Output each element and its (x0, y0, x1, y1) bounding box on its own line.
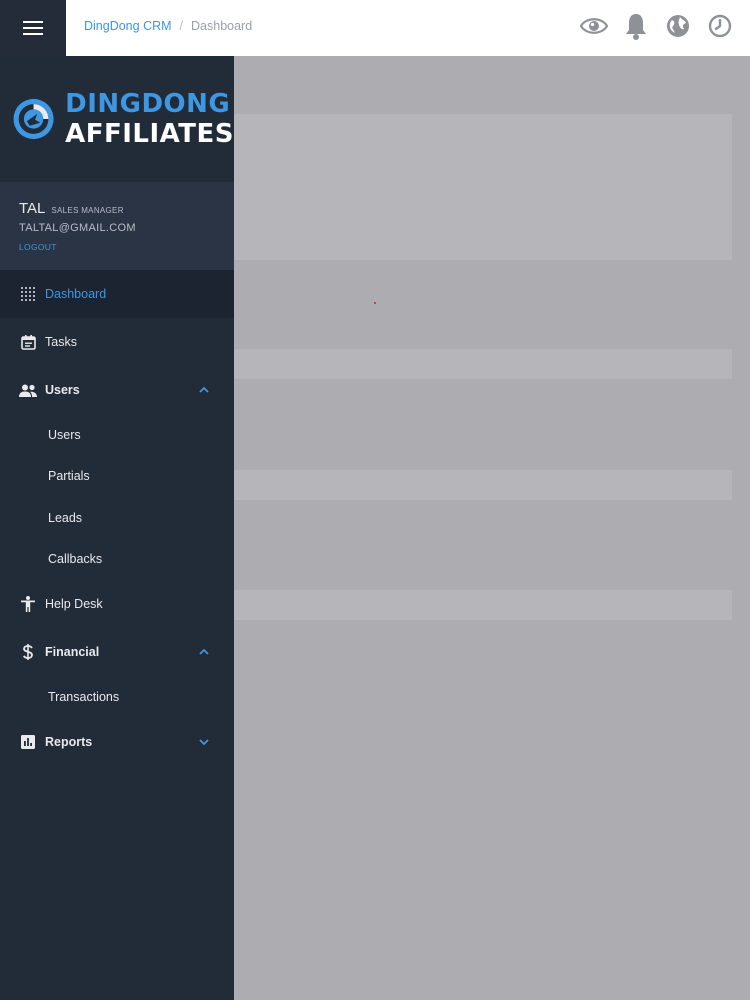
sidebar-item-reports[interactable]: Reports (0, 718, 234, 766)
sidebar-subitem-callbacks[interactable]: Callbacks (0, 539, 234, 581)
bar-chart-icon (19, 733, 37, 751)
breadcrumb-separator: / (179, 19, 184, 33)
user-email: TALTAL@GMAIL.COM (19, 222, 136, 234)
sidebar-item-dashboard[interactable]: Dashboard (0, 270, 234, 318)
calendar-icon (19, 333, 37, 351)
dollar-icon (19, 643, 37, 661)
chevron-down-icon[interactable] (198, 736, 210, 748)
sidebar-subitem-label: Leads (48, 510, 83, 525)
dashboard-grid-icon (19, 285, 37, 303)
people-icon (19, 381, 37, 399)
globe-icon[interactable] (664, 12, 692, 40)
sidebar-subitem-label: Transactions (48, 689, 120, 704)
chevron-up-icon[interactable] (198, 384, 210, 396)
sidebar-subitem-label: Callbacks (48, 552, 103, 567)
sidebar: DINGDONG AFFILIATES TAL SALES MANAGER TA… (0, 56, 234, 1000)
sidebar-item-help-desk[interactable]: Help Desk (0, 580, 234, 628)
breadcrumb-app-link[interactable]: DingDong CRM (84, 19, 172, 33)
sidebar-subitem-users[interactable]: Users (0, 414, 234, 456)
sidebar-item-tasks[interactable]: Tasks (0, 318, 234, 366)
sidebar-item-label: Help Desk (45, 597, 103, 611)
sidebar-subitem-label: Users (48, 427, 81, 442)
indicator-dot (374, 302, 376, 304)
content-row (234, 590, 732, 620)
logo-line-2: AFFILIATES (65, 119, 234, 149)
chevron-up-icon[interactable] (198, 646, 210, 658)
bell-icon[interactable] (622, 12, 650, 40)
hamburger-menu-button[interactable] (0, 0, 66, 56)
sidebar-item-label: Users (45, 383, 80, 397)
sidebar-item-label: Reports (45, 734, 93, 749)
user-name: TAL (19, 200, 46, 217)
user-profile: TAL SALES MANAGER TALTAL@GMAIL.COM LOGOU… (0, 182, 234, 270)
header-icons (580, 12, 734, 40)
sidebar-item-users[interactable]: Users (0, 366, 234, 414)
sidebar-item-financial[interactable]: Financial (0, 628, 234, 676)
breadcrumb: DingDong CRM / Dashboard (84, 19, 252, 33)
dingdong-logo-icon (13, 98, 54, 140)
sidebar-subitem-transactions[interactable]: Transactions (0, 676, 234, 718)
sidebar-subitem-partials[interactable]: Partials (0, 456, 234, 498)
sidebar-subitem-leads[interactable]: Leads (0, 497, 234, 539)
sidebar-subitem-label: Partials (48, 469, 90, 484)
accessibility-icon (19, 595, 37, 613)
hamburger-icon (23, 21, 43, 35)
content-row (234, 470, 732, 500)
content-panel (234, 114, 732, 304)
brand-logo[interactable]: DINGDONG AFFILIATES (0, 56, 234, 182)
user-role: SALES MANAGER (51, 206, 124, 215)
logout-link[interactable]: LOGOUT (19, 242, 57, 252)
top-bar: DingDong CRM / Dashboard (0, 0, 750, 56)
sidebar-nav: Dashboard Tasks Users Users Partials Lea… (0, 270, 234, 766)
eye-icon[interactable] (580, 12, 608, 40)
sidebar-item-label: Financial (45, 645, 100, 659)
sidebar-item-label: Tasks (45, 335, 77, 349)
content-row (234, 349, 732, 379)
breadcrumb-current: Dashboard (191, 19, 253, 33)
main-content-overlay[interactable] (234, 56, 750, 1000)
logo-line-1: DINGDONG (65, 89, 231, 119)
sidebar-item-label: Dashboard (45, 287, 107, 301)
clock-icon[interactable] (706, 12, 734, 40)
